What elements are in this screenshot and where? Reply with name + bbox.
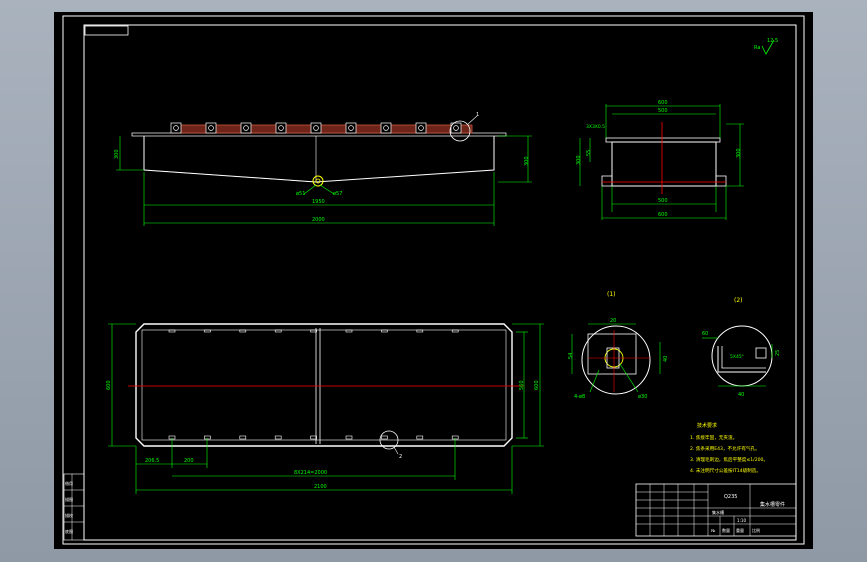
plan-stud: [451, 329, 459, 333]
plan-stud: [204, 329, 211, 333]
detail-1-title: (1): [607, 291, 616, 298]
plan-dim-total: 2100: [314, 484, 327, 490]
rail-bolt-plate: [170, 122, 182, 134]
front-label-right: ø57: [333, 191, 342, 197]
notes-item-2: 2. 焦条采用E43，不允许有气孔。: [690, 445, 760, 452]
plan-outline: [135, 323, 513, 447]
side-label-3: 描校: [65, 512, 73, 518]
detail-1-label-right: ø30: [638, 394, 647, 400]
front-dim-height-left: 300: [114, 149, 120, 159]
plan-view: 2 600 560 600 206.5 200 8X214=2000 2100: [106, 323, 544, 494]
title-block-mark-2: 数量: [722, 527, 730, 533]
plan-stud: [239, 435, 247, 440]
roughness-prefix: Ra: [754, 45, 760, 51]
side-dim-flange: 3X3X0.5: [586, 124, 605, 130]
side-label-strip: 借用 描图 描校 底图: [63, 473, 85, 541]
rail-bolt-plate: [345, 122, 357, 134]
side-dim-top: 600: [658, 100, 668, 106]
title-block: Q235 集水槽零件 集水槽 1:10 № 数量 重量 比例: [635, 483, 797, 537]
notes-title: 技术要求: [697, 422, 717, 429]
drain-outlet: [312, 175, 324, 187]
title-block-mark-1: №: [711, 528, 715, 533]
plan-stud: [239, 329, 247, 333]
plan-stud: [204, 435, 211, 440]
rail-bolt-plate: [310, 122, 322, 134]
plan-dim-left-height: 600: [106, 380, 112, 390]
detail-2-dim-inner: 5X45°: [730, 354, 744, 360]
title-block-material: Q235: [724, 494, 737, 500]
plan-dim-right-height: 560: [519, 380, 525, 390]
rail-bolt-plate: [380, 122, 392, 134]
plan-stud: [168, 329, 176, 333]
title-block-title: 集水槽零件: [760, 501, 785, 508]
front-dim-total: 2000: [312, 217, 325, 223]
side-dim-right-height: 300: [736, 148, 742, 158]
side-dim-bottom-inner: 500: [658, 198, 668, 204]
front-bolts: [170, 122, 462, 134]
notes-item-1: 1. 焦接牢固，无夹渣。: [690, 434, 737, 441]
title-block-mark-4: 比例: [752, 527, 760, 533]
plan-dim-far-right-height: 600: [534, 380, 540, 390]
rail-bolt-plate: [275, 122, 287, 134]
roughness-value: 12.5: [767, 38, 778, 44]
side-label-1: 借用: [65, 480, 73, 486]
plan-stud: [381, 435, 388, 440]
plan-stud: [345, 435, 353, 440]
title-block-scale: 1:10: [737, 518, 746, 523]
plan-stud: [416, 329, 424, 333]
outer-frame: [62, 15, 805, 545]
plan-balloon-2: 2: [399, 454, 402, 460]
side-label-2: 描图: [65, 496, 73, 502]
front-label-left: ø51: [296, 191, 305, 197]
plan-dim-small: 200: [184, 458, 194, 464]
plan-stud: [345, 329, 353, 333]
side-dim-inner: 500: [658, 108, 668, 114]
plan-stud: [274, 329, 282, 333]
front-balloon-1: 1: [476, 112, 479, 118]
detail-2-dim-right: 25: [775, 350, 781, 356]
detail-2-dim-bottom: 40: [738, 392, 744, 398]
detail-2: (2) 60 5X45° 25 40: [702, 297, 781, 398]
detail-2-dim-left: 60: [702, 331, 708, 337]
rail-bolt-plate: [415, 122, 427, 134]
detail-1-dim-left: 54: [568, 353, 574, 359]
plan-dim-left-offset: 206.5: [145, 458, 159, 464]
plan-dim-spacing: 8X214=2000: [294, 470, 327, 476]
drawing-sheet: 12.5 Ra 1 ø51 ø57 300 300 1950 2000 600 …: [54, 12, 813, 549]
detail-1-label-left: 4-ø8: [574, 394, 585, 400]
notes-item-4: 4. 未注明尺寸公差按IT14级制造。: [690, 467, 761, 474]
front-dim-inner: 1950: [312, 199, 325, 205]
rail-bolt-plate: [205, 122, 217, 134]
detail-1-dim-top: 20: [610, 318, 616, 324]
front-view: 1 ø51 ø57 300 300 1950 2000: [114, 112, 532, 226]
rail-bolt-plate: [240, 122, 252, 134]
plan-studs: [168, 329, 459, 440]
detail-2-title: (2): [734, 297, 743, 304]
side-label-4: 底图: [65, 528, 73, 534]
plan-stud: [381, 329, 388, 333]
technical-notes: 技术要求 1. 焦接牢固，无夹渣。 2. 焦条采用E43，不允许有气孔。 3. …: [690, 422, 768, 474]
plan-stud: [416, 435, 424, 440]
title-block-mark-3: 重量: [736, 527, 744, 533]
cad-drawing: 12.5 Ra 1 ø51 ø57 300 300 1950 2000 600 …: [62, 15, 805, 545]
plan-stud: [274, 435, 282, 440]
detail-1-dim-right: 40: [663, 356, 669, 362]
side-dim-bottom: 600: [658, 212, 668, 218]
trough-outline: [143, 136, 495, 183]
roughness-symbol: 12.5 Ra: [754, 38, 778, 55]
detail-1: (1) 20 54 40 4-ø8 ø30: [568, 291, 669, 400]
front-dim-height-right: 300: [524, 156, 530, 166]
title-block-part: 集水槽: [712, 509, 724, 515]
side-view: 600 500 3X3X0.5 300 55 300 500 600: [576, 100, 744, 220]
side-dim-left-height: 300: [576, 155, 582, 165]
tag-box: [84, 25, 129, 36]
notes-item-3: 3. 清理毛刺边，焦后平整度≤1/200。: [690, 456, 768, 463]
side-dim-left-small: 55: [586, 150, 592, 156]
